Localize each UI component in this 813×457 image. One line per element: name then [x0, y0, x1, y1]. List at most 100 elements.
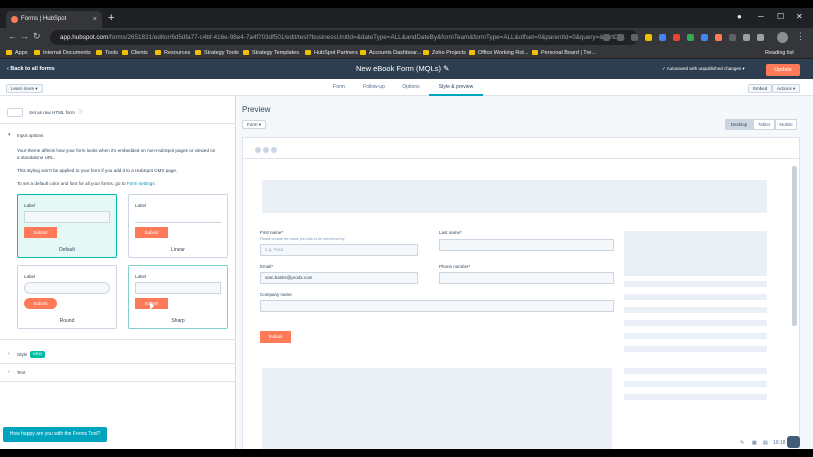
header-placeholder: [262, 180, 767, 213]
info-icon[interactable]: ⓘ: [78, 109, 83, 115]
text-section[interactable]: Text: [17, 370, 25, 375]
theme-card-default[interactable]: Label Submit Default: [17, 194, 117, 258]
extension-icon[interactable]: ●: [737, 12, 742, 21]
form-title-text: New eBook Form (MQLs): [356, 64, 442, 73]
extension-hubspot-icon[interactable]: [715, 34, 722, 41]
bookmark-internal-documents[interactable]: Internal Documents: [34, 48, 91, 58]
theme-card-sharp[interactable]: Label Submit Sharp: [128, 265, 228, 329]
tab-options[interactable]: Options: [396, 79, 426, 96]
style-section[interactable]: Style: [17, 352, 27, 357]
form-dropdown[interactable]: Form ▾: [242, 120, 267, 129]
embed-button[interactable]: Embed: [748, 84, 773, 93]
chevron-down-icon[interactable]: ▾: [8, 132, 11, 138]
bookmark-office-working[interactable]: Office Working Rot...: [469, 48, 529, 58]
address-bar-row: ← → ↻ app.hubspot.com/forms/2651831/edit…: [0, 28, 813, 47]
form-title[interactable]: New eBook Form (MQLs) ✎: [356, 59, 449, 79]
first-name-input[interactable]: e.g. Fred: [260, 244, 418, 256]
new-tab-icon[interactable]: +: [108, 11, 114, 25]
card-input-sample: [135, 211, 221, 223]
divider: [0, 363, 236, 364]
bookmark-strategy-templates[interactable]: Strategy Templates: [243, 48, 299, 58]
actions-button[interactable]: Actions ▾: [772, 84, 801, 93]
close-window-icon[interactable]: ✕: [796, 12, 803, 21]
url-input[interactable]: app.hubspot.com/forms/2651831/editor/6d5…: [50, 30, 638, 45]
bookmark-accounts-dashboard[interactable]: Accounts Dashboar...: [360, 48, 421, 58]
device-desktop-button[interactable]: Desktop: [725, 119, 753, 130]
bookmark-personal-board[interactable]: Personal Board | Tre...: [532, 48, 596, 58]
theme-card-linear[interactable]: Label Submit Linear: [128, 194, 228, 258]
bookmark-apps[interactable]: Apps: [6, 48, 28, 58]
cast-icon[interactable]: [603, 34, 610, 41]
chrome-menu-icon[interactable]: ⋮: [796, 31, 805, 42]
device-tablet-button[interactable]: Tablet: [753, 119, 775, 130]
bookmark-zoho-projects[interactable]: Zoho Projects: [423, 48, 466, 58]
extensions-menu-icon[interactable]: [757, 34, 764, 41]
tab-follow-up[interactable]: Follow-up: [358, 79, 390, 96]
extension-puzzle-icon[interactable]: [729, 34, 736, 41]
last-name-input[interactable]: [439, 239, 614, 251]
back-to-forms-link[interactable]: ‹ Back to all forms: [7, 59, 55, 79]
first-name-hint: Please provide the name you wish to be r…: [260, 237, 345, 241]
theme-description-2: a standalone URL.: [17, 155, 56, 160]
extension-docs-icon[interactable]: [701, 34, 708, 41]
bookmark-hubspot-partners[interactable]: HubSpot Partners: [305, 48, 358, 58]
preview-scrollbar[interactable]: [792, 166, 797, 326]
share-icon[interactable]: [631, 34, 638, 41]
form-settings-link[interactable]: Form settings: [127, 181, 155, 186]
tab-title: Forms | HubSpot: [21, 16, 67, 22]
input-options-heading[interactable]: Input options: [17, 133, 43, 138]
reading-list[interactable]: Reading list: [765, 48, 794, 58]
tab-form[interactable]: Form: [326, 79, 352, 96]
search-icon[interactable]: [617, 34, 624, 41]
card-name: Linear: [171, 247, 185, 253]
close-tab-icon[interactable]: ×: [93, 11, 97, 28]
browser-tab[interactable]: Forms | HubSpot ×: [6, 11, 102, 28]
extension-grey-icon[interactable]: [743, 34, 750, 41]
tab-style-preview[interactable]: Style & preview: [429, 79, 483, 96]
form-settings-note: To set a default color and font for all …: [17, 181, 155, 186]
canvas-divider: [242, 158, 800, 159]
extension-green-icon[interactable]: [687, 34, 694, 41]
minimize-icon[interactable]: ─: [758, 12, 764, 21]
edit-icon[interactable]: ✎: [740, 440, 744, 446]
phone-label: Phone number*: [439, 264, 471, 269]
window-dot: [255, 147, 261, 153]
forward-arrow-icon[interactable]: →: [20, 31, 29, 41]
reload-icon[interactable]: ↻: [33, 31, 41, 42]
company-input[interactable]: [260, 300, 614, 312]
calculator-icon[interactable]: ▤: [763, 440, 768, 446]
url-host: app.hubspot.com: [60, 34, 109, 41]
sidebar-placeholder-line: [624, 307, 767, 313]
bookmark-clients[interactable]: Clients: [122, 48, 148, 58]
url-path: /forms/2651831/editor/6d5dfa77-c4bf-416e…: [108, 34, 626, 41]
grid-icon[interactable]: ▦: [752, 440, 757, 446]
form-submit-button[interactable]: Submit: [260, 331, 291, 343]
bookmark-tools[interactable]: Tools: [96, 48, 118, 58]
email-input[interactable]: sam.banks@prodx.com: [260, 272, 418, 284]
sidebar-placeholder-line: [624, 294, 767, 300]
extension-blue-icon[interactable]: [659, 34, 666, 41]
autosave-text: Autosaved with unpublished changes: [666, 66, 742, 71]
bookmark-strategy-tools[interactable]: Strategy Tools: [195, 48, 239, 58]
bookmark-star-icon[interactable]: [645, 34, 652, 41]
update-button[interactable]: Update: [766, 64, 800, 76]
theme-description: Your theme affects how your form looks w…: [17, 148, 216, 153]
chat-icon[interactable]: [787, 436, 800, 448]
raw-html-toggle[interactable]: [7, 108, 23, 117]
device-mobile-button[interactable]: Mobile: [775, 119, 797, 130]
extension-red-icon[interactable]: [673, 34, 680, 41]
learn-more-button[interactable]: Learn more ▾: [6, 84, 43, 93]
chevron-right-icon[interactable]: ›: [8, 351, 10, 357]
theme-card-round[interactable]: Label Submit Round: [17, 265, 117, 329]
card-input-sample: [24, 211, 110, 223]
maximize-icon[interactable]: ☐: [777, 12, 784, 21]
back-arrow-icon[interactable]: ←: [8, 31, 17, 41]
edit-pencil-icon[interactable]: ✎: [443, 64, 449, 73]
chevron-right-icon[interactable]: ›: [8, 369, 10, 375]
form-editor-header: ‹ Back to all forms New eBook Form (MQLs…: [0, 59, 813, 79]
profile-avatar[interactable]: [777, 32, 788, 43]
phone-input[interactable]: [439, 272, 614, 284]
bookmark-resources[interactable]: Resources: [155, 48, 190, 58]
feedback-button[interactable]: How happy are you with the Forms Tool?: [3, 427, 107, 442]
sidebar-placeholder-line: [624, 394, 767, 400]
